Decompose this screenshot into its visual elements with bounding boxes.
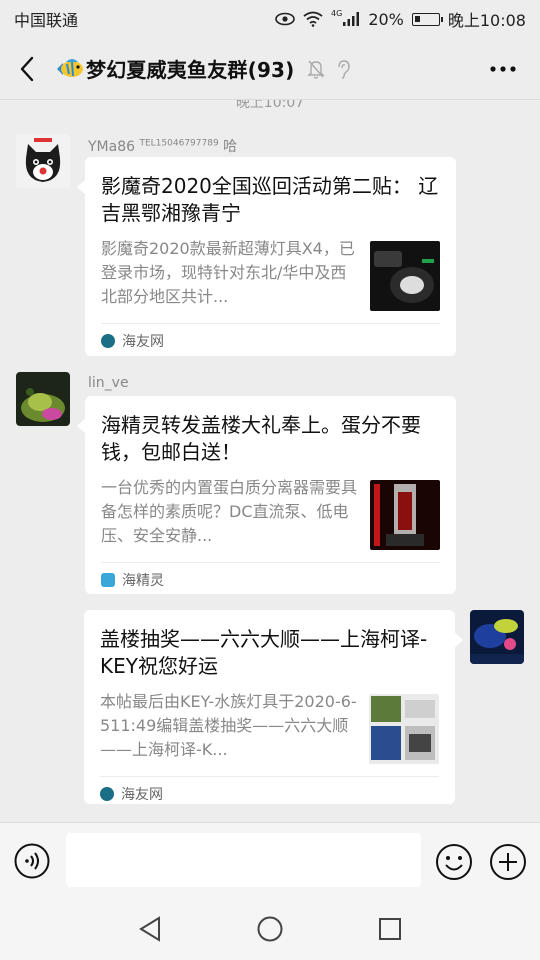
carrier-label: 中国联通 bbox=[14, 11, 79, 30]
card-source: 海友网 bbox=[100, 776, 439, 810]
ear-icon bbox=[337, 59, 350, 79]
cat-avatar-icon bbox=[16, 134, 70, 188]
emoji-button[interactable] bbox=[435, 843, 473, 881]
card-description: 本帖最后由KEY-水族灯具于2020-6-511:49编辑盖楼抽奖——六六大顺—… bbox=[100, 692, 357, 759]
link-card[interactable]: 海精灵转发盖楼大礼奉上。蛋分不要钱，包邮白送！ 一台优秀的内置蛋白质分离器需要具… bbox=[77, 396, 456, 596]
message-list[interactable]: 晚上10:07 YMa86 TEL15046797789 哈 影魔奇2020全国… bbox=[0, 100, 540, 822]
card-description: 影魔奇2020款最新超薄灯具X4，已登录市场，现特针对东北/华中及西北部分地区共… bbox=[101, 239, 355, 306]
signal-icon: 4G bbox=[331, 8, 360, 27]
message-input[interactable] bbox=[66, 833, 421, 887]
mute-bell-icon bbox=[306, 60, 325, 79]
voice-button[interactable] bbox=[14, 843, 50, 879]
sender-name: lin_ve bbox=[88, 375, 129, 391]
link-card[interactable]: 影魔奇2020全国巡回活动第二贴： 辽吉黑鄂湘豫青宁 影魔奇2020款最新超薄灯… bbox=[77, 157, 456, 357]
sender-name-text: YMa86 bbox=[88, 139, 136, 155]
nav-home-button[interactable] bbox=[250, 909, 290, 949]
avatar-ymao86[interactable] bbox=[16, 134, 70, 188]
coral-avatar-icon bbox=[16, 372, 70, 426]
fish-tank-avatar-icon bbox=[470, 610, 524, 664]
eye-icon bbox=[275, 12, 295, 26]
bubble-tail bbox=[77, 179, 86, 195]
more-dots-icon bbox=[490, 66, 516, 72]
sender-suffix: 哈 bbox=[223, 139, 238, 155]
card-source-name: 海友网 bbox=[122, 333, 164, 350]
avatar-lin-ve[interactable] bbox=[16, 372, 70, 426]
voice-icon bbox=[14, 843, 50, 879]
haiyou-logo-icon bbox=[100, 786, 114, 801]
card-source-name: 海精灵 bbox=[122, 572, 164, 589]
battery-percent: 20% bbox=[368, 9, 404, 29]
input-bar bbox=[0, 822, 540, 898]
sender-name: YMa86 TEL15046797789 哈 bbox=[88, 136, 237, 156]
square-recents-icon bbox=[379, 918, 401, 940]
smiley-icon bbox=[436, 844, 472, 880]
card-title: 盖楼抽奖——六六大顺——上海柯译-KEY祝您好运 bbox=[100, 627, 428, 678]
card-source: 海精灵 bbox=[101, 562, 440, 596]
system-nav-bar bbox=[0, 898, 540, 960]
network-type: 4G bbox=[331, 8, 343, 18]
back-button[interactable] bbox=[0, 38, 54, 100]
nav-recents-button[interactable] bbox=[370, 909, 410, 949]
card-thumbnail bbox=[370, 241, 440, 311]
card-description: 一台优秀的内置蛋白质分离器需要具备怎样的素质呢？DC直流泵、低电压、安全安静..… bbox=[101, 478, 358, 545]
more-options-button[interactable] bbox=[488, 54, 518, 84]
chevron-left-icon bbox=[20, 56, 34, 81]
status-bar: 中国联通 4G 20% 晚上10:08 bbox=[0, 0, 540, 38]
card-thumbnail bbox=[369, 694, 439, 764]
chat-title: 梦幻夏威夷鱼友群(93) bbox=[86, 58, 295, 82]
bubble-tail bbox=[454, 632, 463, 648]
card-source-name: 海友网 bbox=[121, 786, 163, 803]
card-title: 海精灵转发盖楼大礼奉上。蛋分不要钱，包邮白送！ bbox=[101, 413, 421, 464]
more-actions-button[interactable] bbox=[489, 843, 527, 881]
wifi-icon bbox=[303, 11, 323, 27]
triangle-back-icon bbox=[139, 916, 160, 942]
nav-back-button[interactable] bbox=[130, 909, 170, 949]
chat-header: 梦幻夏威夷鱼友群(93) bbox=[0, 38, 540, 100]
avatar-self[interactable] bbox=[470, 610, 524, 664]
card-title: 影魔奇2020全国巡回活动第二贴： 辽吉黑鄂湘豫青宁 bbox=[101, 174, 439, 225]
circle-home-icon bbox=[257, 916, 283, 942]
sender-tel: TEL15046797789 bbox=[139, 138, 219, 149]
status-time: 晚上10:08 bbox=[447, 11, 526, 30]
card-thumbnail bbox=[370, 480, 440, 550]
haijingling-logo-icon bbox=[101, 572, 115, 587]
plus-circle-icon bbox=[490, 844, 526, 880]
haiyou-logo-icon bbox=[101, 333, 115, 348]
bubble-tail bbox=[77, 418, 86, 434]
link-card[interactable]: 盖楼抽奖——六六大顺——上海柯译-KEY祝您好运 本帖最后由KEY-水族灯具于2… bbox=[84, 610, 463, 804]
tropical-fish-icon bbox=[57, 58, 83, 77]
battery-icon bbox=[411, 12, 443, 26]
time-divider: 晚上10:07 bbox=[235, 100, 305, 111]
status-icons: 4G 20% 晚上10:08 bbox=[275, 7, 526, 31]
card-source: 海友网 bbox=[101, 323, 440, 357]
